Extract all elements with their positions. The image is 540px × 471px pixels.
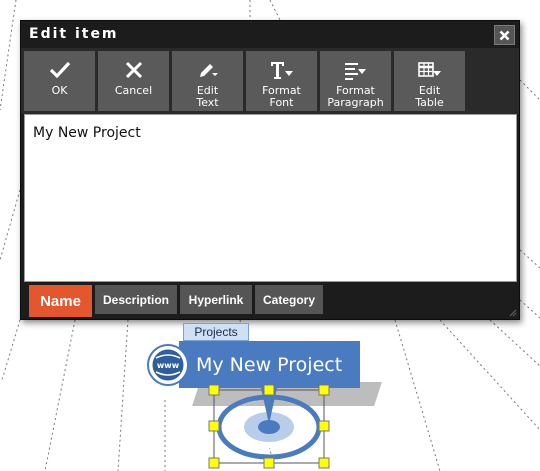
dialog-tabs: Name Description Hyperlink Category [21, 283, 519, 319]
resize-grip-icon[interactable] [509, 309, 517, 317]
editor-text: My New Project [33, 125, 141, 141]
table-dropdown-icon [417, 62, 441, 77]
tab-hyperlink-label: Hyperlink [188, 292, 244, 307]
dialog-title: Edit item [29, 26, 119, 42]
format-font-button[interactable]: Format Font [246, 51, 317, 111]
node-label-text: My New Project [196, 353, 343, 376]
dialog-titlebar[interactable]: Edit item [21, 21, 519, 48]
edit-text-button[interactable]: Edit Text [172, 51, 243, 111]
cancel-button-label: Cancel [114, 84, 153, 97]
paragraph-dropdown-icon [344, 63, 366, 80]
edit-text-label: Edit Text [196, 84, 219, 109]
tab-category[interactable]: Category [255, 285, 323, 314]
connector-line [0, 0, 17, 111]
font-dropdown-icon [270, 62, 293, 79]
connector-line [489, 319, 540, 367]
close-button[interactable] [494, 25, 515, 45]
edit-table-button[interactable]: Edit Table [394, 51, 465, 111]
svg-text:www: www [157, 361, 180, 370]
pencil-dropdown-icon [199, 64, 218, 77]
format-paragraph-label: Format Paragraph [327, 84, 384, 109]
connector-line [519, 249, 540, 269]
connector-line [519, 299, 540, 319]
cancel-button[interactable]: Cancel [98, 51, 169, 111]
dialog-toolbar: OK Cancel Edit Text Format Font Format P… [21, 48, 519, 114]
check-icon [49, 61, 70, 79]
x-icon [125, 61, 142, 79]
tab-name-label: Name [40, 292, 81, 310]
node-target-graphic[interactable] [205, 380, 335, 471]
www-globe-icon[interactable]: www [147, 344, 189, 386]
connector-line [394, 319, 441, 471]
connector-line [519, 79, 540, 101]
edit-table-label: Edit Table [415, 84, 444, 109]
format-paragraph-button[interactable]: Format Paragraph [320, 51, 391, 111]
connector-line [1, 319, 21, 381]
name-text-editor[interactable]: My New Project [24, 114, 517, 282]
tab-category-label: Category [262, 292, 315, 307]
tab-description[interactable]: Description [95, 285, 177, 314]
connector-line [269, 0, 281, 21]
tab-name[interactable]: Name [29, 285, 92, 317]
edit-item-dialog: Edit item OK Cancel Edit Text Format Fon… [20, 20, 520, 320]
tab-hyperlink[interactable]: Hyperlink [180, 285, 252, 314]
tab-description-label: Description [102, 292, 169, 307]
connector-line [117, 319, 129, 471]
category-tag[interactable]: Projects [183, 323, 249, 341]
close-icon [499, 30, 510, 40]
connector-line [0, 189, 21, 261]
format-font-label: Format Font [262, 84, 301, 109]
connector-line [439, 319, 540, 431]
ok-button[interactable]: OK [24, 51, 95, 111]
ok-button-label: OK [51, 84, 68, 97]
connector-line [44, 319, 76, 471]
